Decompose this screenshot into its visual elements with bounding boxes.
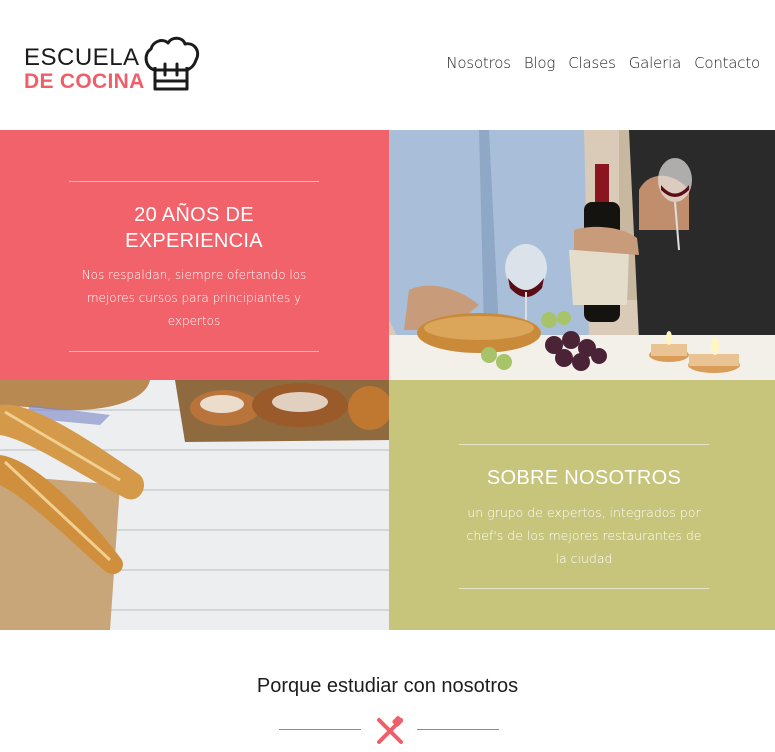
wine-dinner-photo [389,130,775,380]
why-title: Porque estudiar con nosotros [256,675,519,697]
divider-line-right [417,729,499,730]
experience-block: 20 AÑOS DE EXPERIENCIA Nos respaldan, si… [0,130,389,380]
divider-top [69,181,319,182]
divider-bottom [69,351,319,352]
logo[interactable]: ESCUELA DE COCINA [24,34,204,94]
nav-link-contacto[interactable]: Contacto [694,54,760,72]
nav-link-clases[interactable]: Clases [568,54,616,72]
wine-dinner-illustration [389,130,775,380]
why-divider [279,716,499,748]
about-block: SOBRE NOSOTROS un grupo de expertos, int… [389,380,775,630]
chef-hat-icon [144,36,200,91]
divider-bottom [459,588,709,589]
why-section: Porque estudiar con nosotros [0,630,775,752]
about-text: un grupo de expertos, integrados por che… [466,505,702,566]
main-nav: Nosotros Blog Clases Galeria Contacto [446,54,760,72]
about-title: SOBRE NOSOTROS [486,467,682,489]
site-header: ESCUELA DE COCINA Nosotros Blog Clases G… [0,0,775,130]
nav-link-nosotros[interactable]: Nosotros [446,54,511,72]
divider-line-left [279,729,361,730]
divider-top [459,444,709,445]
logo-text-line2: DE COCINA [24,70,145,93]
about-info: SOBRE NOSOTROS un grupo de expertos, int… [459,444,709,589]
nav-link-blog[interactable]: Blog [524,54,556,72]
logo-text-line1: ESCUELA [24,44,140,71]
experience-text: Nos respaldan, siempre ofertando los mej… [81,268,307,328]
bread-table-photo [0,380,389,630]
fork-knife-icon [377,716,403,744]
nav-link-galeria[interactable]: Galeria [629,54,682,72]
experience-info: 20 AÑOS DE EXPERIENCIA Nos respaldan, si… [69,181,319,352]
bread-table-illustration [0,380,389,630]
experience-title: 20 AÑOS DE EXPERIENCIA [125,204,263,252]
